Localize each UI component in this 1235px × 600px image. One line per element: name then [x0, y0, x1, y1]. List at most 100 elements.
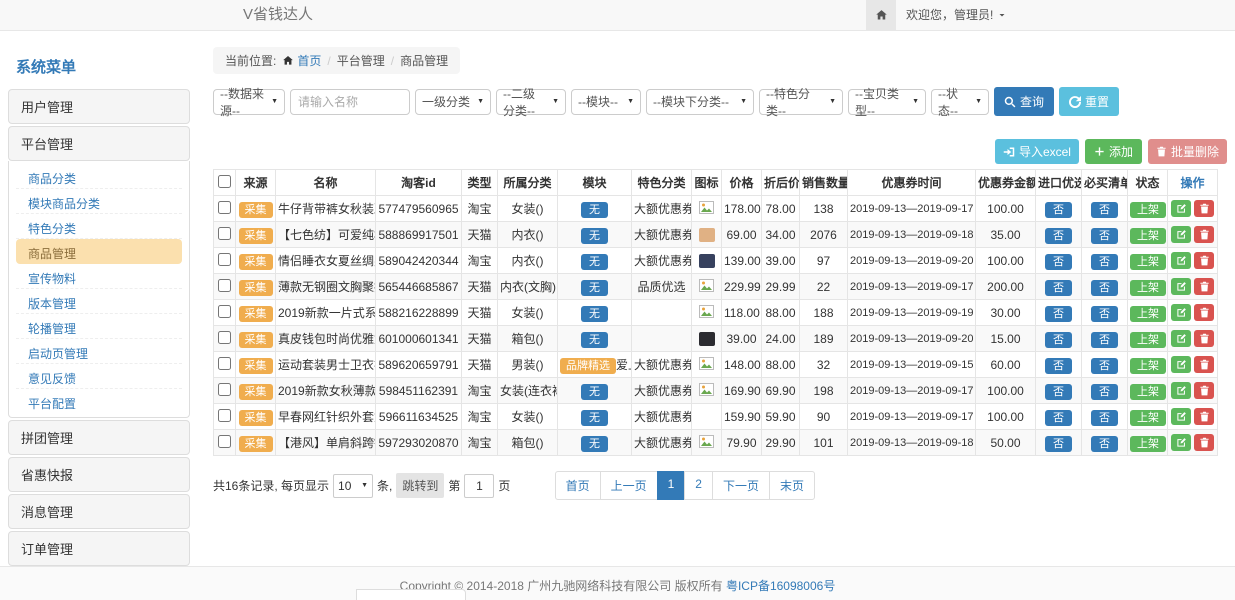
search-name-input[interactable]	[290, 89, 410, 115]
filter-select-2[interactable]: --二级分类--▼	[496, 89, 566, 115]
delete-button[interactable]	[1194, 434, 1214, 451]
import-toggle[interactable]: 否	[1045, 202, 1072, 218]
status-button[interactable]: 上架	[1130, 410, 1166, 426]
edit-button[interactable]	[1171, 356, 1191, 373]
row-checkbox[interactable]	[218, 409, 231, 422]
filter-select-4[interactable]: --模块下分类--▼	[646, 89, 754, 115]
row-checkbox[interactable]	[218, 305, 231, 318]
sidebar-item-启动页管理[interactable]: 启动页管理	[16, 339, 182, 364]
row-checkbox[interactable]	[218, 227, 231, 240]
page-button-上一页[interactable]: 上一页	[600, 471, 658, 500]
sidebar-group-1[interactable]: 平台管理	[8, 126, 190, 161]
module-badge[interactable]: 无	[581, 228, 608, 244]
batch-delete-button[interactable]: 批量删除	[1148, 139, 1227, 164]
edit-button[interactable]	[1171, 408, 1191, 425]
edit-button[interactable]	[1171, 200, 1191, 217]
import-toggle[interactable]: 否	[1045, 384, 1072, 400]
import-toggle[interactable]: 否	[1045, 306, 1072, 322]
navbar-home-button[interactable]	[866, 0, 896, 30]
status-button[interactable]: 上架	[1130, 358, 1166, 374]
delete-button[interactable]	[1194, 356, 1214, 373]
breadcrumb-home-link[interactable]: 首页	[282, 52, 321, 69]
delete-button[interactable]	[1194, 278, 1214, 295]
edit-button[interactable]	[1171, 278, 1191, 295]
must-buy-toggle[interactable]: 否	[1091, 254, 1118, 270]
delete-button[interactable]	[1194, 226, 1214, 243]
import-toggle[interactable]: 否	[1045, 410, 1072, 426]
sidebar-group-0[interactable]: 用户管理	[8, 89, 190, 124]
sidebar-item-版本管理[interactable]: 版本管理	[16, 289, 182, 314]
import-excel-button[interactable]: 导入excel	[995, 139, 1079, 164]
status-button[interactable]: 上架	[1130, 202, 1166, 218]
sidebar-item-宣传物料[interactable]: 宣传物料	[16, 264, 182, 289]
module-badge[interactable]: 无	[581, 436, 608, 452]
row-checkbox[interactable]	[218, 435, 231, 448]
edit-button[interactable]	[1171, 434, 1191, 451]
row-checkbox[interactable]	[218, 279, 231, 292]
module-badge[interactable]: 品牌精选	[560, 358, 616, 374]
filter-select-3[interactable]: --模块--▼	[571, 89, 641, 115]
module-badge[interactable]: 无	[581, 332, 608, 348]
must-buy-toggle[interactable]: 否	[1091, 228, 1118, 244]
import-toggle[interactable]: 否	[1045, 436, 1072, 452]
must-buy-toggle[interactable]: 否	[1091, 306, 1118, 322]
page-button-下一页[interactable]: 下一页	[712, 471, 770, 500]
delete-button[interactable]	[1194, 382, 1214, 399]
must-buy-toggle[interactable]: 否	[1091, 280, 1118, 296]
delete-button[interactable]	[1194, 304, 1214, 321]
sidebar-item-模块商品分类[interactable]: 模块商品分类	[16, 189, 182, 214]
sidebar-group-5[interactable]: 订单管理	[8, 531, 190, 566]
reset-button[interactable]: 重置	[1059, 87, 1119, 116]
page-button-2[interactable]: 2	[684, 471, 713, 500]
row-checkbox[interactable]	[218, 383, 231, 396]
delete-button[interactable]	[1194, 330, 1214, 347]
row-checkbox[interactable]	[218, 357, 231, 370]
sidebar-item-平台配置[interactable]: 平台配置	[16, 389, 182, 414]
icp-link[interactable]: 粤ICP备16098006号	[726, 579, 835, 593]
delete-button[interactable]	[1194, 252, 1214, 269]
status-button[interactable]: 上架	[1130, 228, 1166, 244]
sidebar-item-意见反馈[interactable]: 意见反馈	[16, 364, 182, 389]
edit-button[interactable]	[1171, 304, 1191, 321]
status-button[interactable]: 上架	[1130, 254, 1166, 270]
sidebar-group-4[interactable]: 消息管理	[8, 494, 190, 529]
status-button[interactable]: 上架	[1130, 384, 1166, 400]
page-button-首页[interactable]: 首页	[555, 471, 601, 500]
sidebar-item-商品分类[interactable]: 商品分类	[16, 164, 182, 189]
select-all-checkbox[interactable]	[218, 175, 231, 188]
sidebar-item-特色分类[interactable]: 特色分类	[16, 214, 182, 239]
must-buy-toggle[interactable]: 否	[1091, 410, 1118, 426]
status-button[interactable]: 上架	[1130, 332, 1166, 348]
row-checkbox[interactable]	[218, 201, 231, 214]
add-button[interactable]: 添加	[1085, 139, 1142, 164]
status-button[interactable]: 上架	[1130, 280, 1166, 296]
module-badge[interactable]: 无	[581, 280, 608, 296]
status-button[interactable]: 上架	[1130, 306, 1166, 322]
sidebar-item-轮播管理[interactable]: 轮播管理	[16, 314, 182, 339]
import-toggle[interactable]: 否	[1045, 358, 1072, 374]
module-badge[interactable]: 无	[581, 306, 608, 322]
module-badge[interactable]: 无	[581, 410, 608, 426]
delete-button[interactable]	[1194, 200, 1214, 217]
row-checkbox[interactable]	[218, 253, 231, 266]
sidebar-group-3[interactable]: 省惠快报	[8, 457, 190, 492]
page-button-末页[interactable]: 末页	[769, 471, 815, 500]
filter-select-6[interactable]: --宝贝类型--▼	[848, 89, 926, 115]
per-page-select[interactable]: 10 ▼	[333, 474, 373, 498]
jump-button[interactable]: 跳转到	[396, 473, 444, 498]
must-buy-toggle[interactable]: 否	[1091, 436, 1118, 452]
delete-button[interactable]	[1194, 408, 1214, 425]
sidebar-item-商品管理[interactable]: 商品管理	[16, 239, 182, 264]
import-toggle[interactable]: 否	[1045, 254, 1072, 270]
page-number-input[interactable]	[464, 474, 494, 498]
filter-select-7[interactable]: --状态--▼	[931, 89, 989, 115]
filter-select-5[interactable]: --特色分类--▼	[759, 89, 843, 115]
import-toggle[interactable]: 否	[1045, 228, 1072, 244]
must-buy-toggle[interactable]: 否	[1091, 332, 1118, 348]
search-button[interactable]: 查询	[994, 87, 1054, 116]
edit-button[interactable]	[1171, 252, 1191, 269]
status-button[interactable]: 上架	[1130, 436, 1166, 452]
edit-button[interactable]	[1171, 330, 1191, 347]
edit-button[interactable]	[1171, 382, 1191, 399]
user-menu[interactable]: 欢迎您，管理员!	[906, 0, 1006, 30]
